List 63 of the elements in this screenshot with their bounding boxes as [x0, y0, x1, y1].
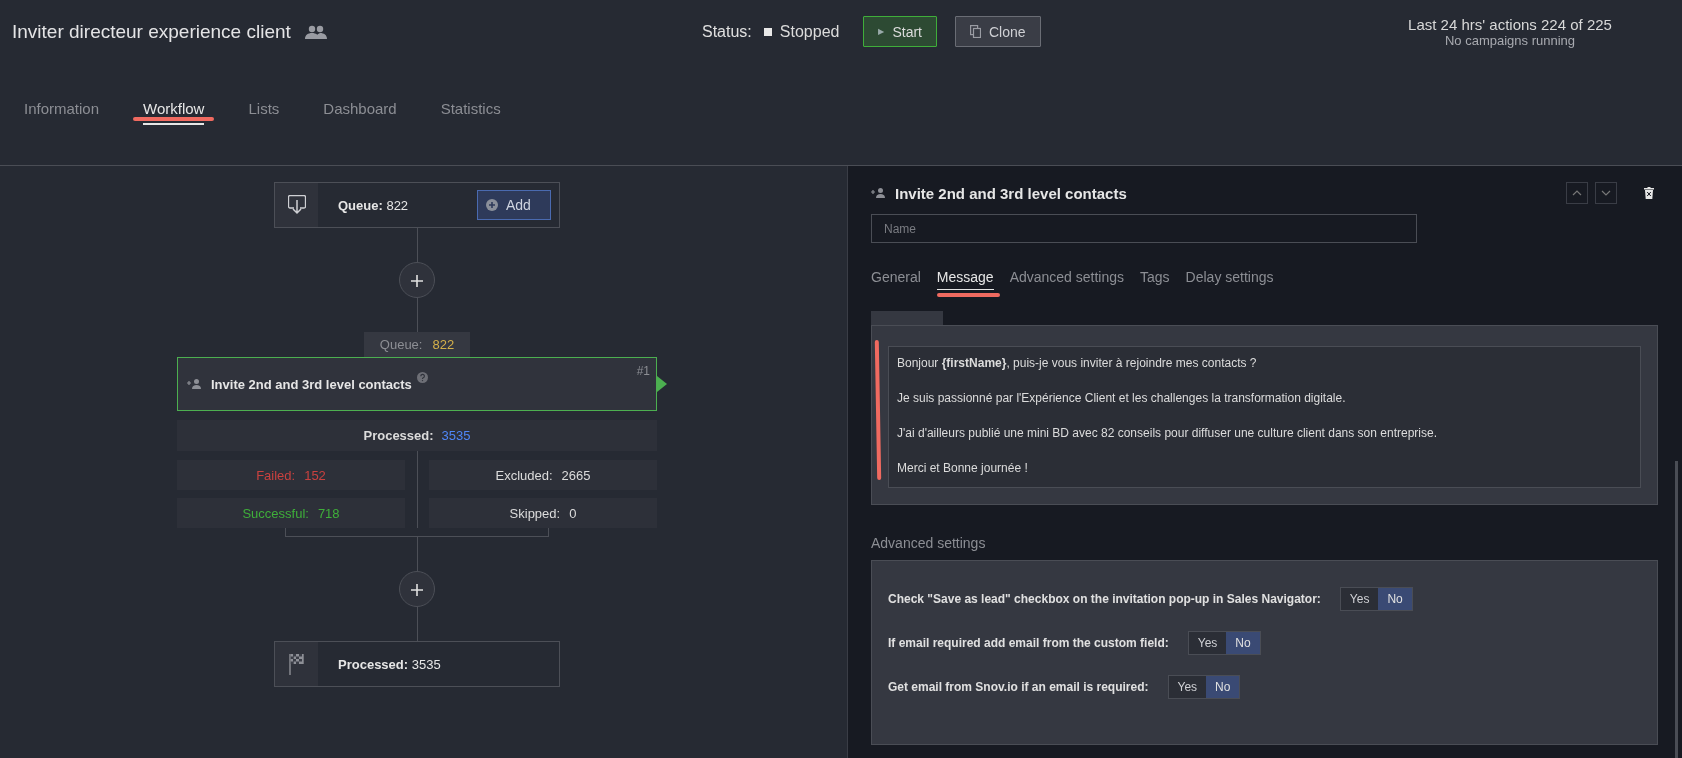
tab[interactable]: Tags — [1140, 269, 1170, 289]
add-step-button[interactable] — [399, 571, 435, 607]
stat-cell: Excluded: 2665 — [429, 460, 657, 490]
download-icon — [287, 195, 306, 215]
clone-button[interactable]: Clone — [955, 16, 1041, 47]
add-step-button[interactable] — [399, 262, 435, 298]
queue-node[interactable]: Queue: 822 Add — [274, 182, 560, 228]
setting-label: If email required add email from the custom field: — [888, 636, 1169, 650]
status-value: Stopped — [779, 22, 840, 41]
setting-label: Get email from Snov.io if an email is required: — [888, 680, 1149, 694]
toggle-option[interactable]: No — [1378, 588, 1412, 610]
stat-cell: Skipped: 0 — [429, 498, 657, 528]
plus-icon — [411, 275, 423, 287]
step-number: #1 — [636, 364, 650, 378]
toggle-option[interactable]: Yes — [1340, 588, 1379, 610]
add-person-icon — [187, 379, 202, 389]
chevron-up-icon — [1572, 190, 1582, 196]
tab[interactable]: General — [871, 269, 921, 289]
setting-label: Check "Save as lead" checkbox on the invitation pop-up in Sales Navigator: — [888, 592, 1321, 606]
toggle-option[interactable]: No — [1226, 632, 1260, 654]
toggle-option[interactable]: Yes — [1188, 632, 1227, 654]
toggle-option[interactable]: Yes — [1168, 676, 1207, 698]
name-field[interactable]: Name — [871, 214, 1417, 243]
plus-icon — [411, 584, 423, 596]
step-title: Invite 2nd and 3rd level contacts — [895, 184, 1127, 202]
tab[interactable]: Information — [24, 100, 100, 123]
add-button[interactable]: Add — [477, 190, 551, 220]
processed-count: Processed: 3535 — [338, 656, 441, 672]
connector-arrow-icon — [657, 376, 667, 392]
campaigns-status: No campaigns running — [1444, 33, 1576, 48]
status-label: Status: — [702, 22, 752, 41]
campaign-title: Inviter directeur experience client — [12, 21, 291, 43]
help-icon[interactable] — [416, 372, 428, 383]
tab[interactable]: Delay settings — [1185, 269, 1274, 289]
toggle-option[interactable]: No — [1206, 676, 1240, 698]
tab[interactable]: Lists — [248, 100, 280, 123]
message-paragraph: Je suis passionné par l'Expérience Client et les challenges la transformation digitale. — [897, 390, 1347, 407]
message-paragraph: Bonjour {firstName}, puis-je vous inviter à rejoindre mes contacts ? — [897, 355, 1258, 372]
trash-icon[interactable] — [1644, 187, 1654, 199]
add-person-icon — [871, 188, 886, 198]
tab[interactable]: Advanced settings — [1009, 269, 1125, 289]
message-textarea[interactable] — [888, 346, 1641, 488]
tab[interactable]: Message — [936, 269, 994, 290]
start-button[interactable]: ▶ Start — [863, 16, 937, 47]
checkered-flag-icon — [288, 653, 305, 675]
processed-bar: Processed: 3535 — [177, 420, 657, 451]
stat-cell: Failed: 152 — [177, 460, 405, 490]
queue-chip: Queue: 822 — [364, 332, 470, 357]
stat-cell: Successful: 718 — [177, 498, 405, 528]
annotation-stroke — [936, 293, 1000, 297]
copy-icon — [970, 25, 981, 38]
step-node[interactable]: Invite 2nd and 3rd level contacts #1 — [177, 357, 657, 411]
tab[interactable]: Statistics — [440, 100, 501, 123]
queue-count: Queue: 822 — [338, 197, 409, 213]
message-paragraph: Merci et Bonne journée ! — [897, 460, 1029, 477]
chevron-down-icon — [1601, 190, 1611, 196]
plus-circle-icon — [486, 199, 498, 211]
tab[interactable]: Dashboard — [323, 100, 397, 123]
actions-count: Last 24 hrs' actions 224 of 225 — [1408, 16, 1612, 33]
people-icon — [304, 25, 327, 39]
message-paragraph: J'ai d'ailleurs publié une mini BD avec 82 conseils pour diffuser une culture client dans son entreprise. — [897, 425, 1438, 442]
step-title: Invite 2nd and 3rd level contacts — [211, 376, 412, 392]
section-title: Advanced settings — [871, 535, 987, 551]
